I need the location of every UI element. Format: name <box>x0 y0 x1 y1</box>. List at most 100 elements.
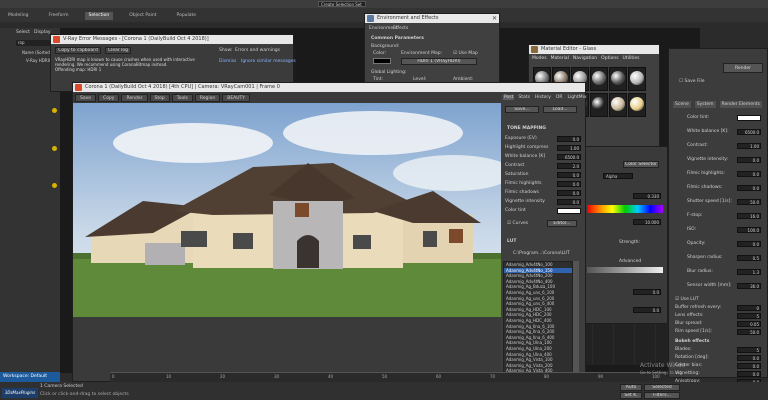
common-parameters-header[interactable]: Common Parameters <box>371 36 424 41</box>
tab-scene[interactable]: Scene <box>673 101 691 108</box>
tab-dr[interactable]: DR <box>555 95 564 100</box>
close-icon[interactable]: ✕ <box>492 14 497 23</box>
curves-checkbox[interactable]: ☑ Curves <box>507 221 528 226</box>
copy-to-clipboard-button[interactable]: Copy to clipboard <box>55 47 101 54</box>
rendered-image[interactable] <box>73 103 501 317</box>
vfb-copy-button[interactable]: Copy <box>98 94 120 102</box>
clear-log-button[interactable]: Clear log <box>105 47 131 54</box>
param-value-field[interactable]: 5 <box>737 347 761 353</box>
bokeh-effects-header[interactable]: Bokeh effects <box>675 339 709 344</box>
tab-post[interactable]: Post <box>503 95 515 100</box>
param-value-field[interactable]: 0.0 <box>737 157 761 163</box>
environment-map-button[interactable]: HDRI 1 (VRayHDRI) <box>401 58 477 65</box>
vfb-region-button[interactable]: Region <box>194 94 221 102</box>
selected-dropdown[interactable]: Selected <box>644 384 680 391</box>
tone-mapping-header[interactable]: TONE MAPPING <box>507 126 546 131</box>
workspace-selector[interactable]: Workspace: Default <box>0 372 60 382</box>
timeline-tick-label: 0 <box>112 374 115 379</box>
tone-mapping-field[interactable]: 1.00 <box>557 145 581 151</box>
material-menu-modes[interactable]: Modes <box>532 56 547 61</box>
tab-select[interactable]: Select <box>16 30 30 35</box>
save-file-checkbox[interactable]: ☐ Save File <box>679 79 704 84</box>
param-value-field[interactable]: 0.0 <box>737 371 761 377</box>
param-value-field[interactable]: 0 <box>737 305 761 311</box>
param-value-field[interactable]: 50.0 <box>737 199 761 205</box>
tone-mapping-field[interactable] <box>557 208 581 214</box>
param-value-field[interactable]: 5 <box>737 313 761 319</box>
tone-mapping-field[interactable]: 0.0 <box>557 199 581 205</box>
material-menu-material[interactable]: Material <box>551 56 569 61</box>
param-value-field[interactable]: 0.5 <box>737 255 761 261</box>
ribbon-tab-populate[interactable]: Populate <box>173 12 201 20</box>
timeline-tick-label: 20 <box>220 374 226 379</box>
param-value-field[interactable]: 6500.0 <box>737 129 761 135</box>
ignore-similar-link[interactable]: Ignore similar messages <box>241 59 296 64</box>
vfb-stop-button[interactable]: Stop <box>149 94 170 102</box>
alpha-field[interactable]: Alpha <box>603 173 633 179</box>
render-button[interactable]: Render <box>723 63 763 73</box>
color-selector-button[interactable]: Color Selector <box>623 161 659 168</box>
param-value-field[interactable]: 100.0 <box>737 227 761 233</box>
dismiss-link[interactable]: Dismiss <box>219 59 236 64</box>
material-menu-options[interactable]: Options <box>601 56 618 61</box>
param-value-field[interactable]: 1.00 <box>737 143 761 149</box>
param-value-field[interactable]: 0.05 <box>737 321 761 327</box>
tab-display[interactable]: Display <box>34 30 51 35</box>
vfb-beauty-button[interactable]: BEAUTY <box>222 94 251 102</box>
tab-render-elements[interactable]: Render Elements <box>719 101 762 108</box>
tone-mapping-field[interactable]: 0.0 <box>557 136 581 142</box>
top-search-box[interactable]: Create Selection Set <box>318 1 366 7</box>
lut-list[interactable]: Adanmig_Adv4tNo_100 Adanmig_Adv4tNo_150 Ad… <box>503 261 573 379</box>
param-value-field[interactable]: 0.0 <box>737 355 761 361</box>
tone-mapping-field[interactable]: 0.0 <box>557 190 581 196</box>
lut-scrollbar[interactable] <box>573 261 579 379</box>
tab-effects[interactable]: Effects <box>393 26 408 31</box>
use-map-checkbox[interactable]: ☑ Use Map <box>453 51 478 56</box>
tone-mapping-field[interactable]: 0.0 <box>557 172 581 178</box>
ribbon-tab-selection[interactable]: Selection <box>84 12 114 20</box>
param-value-field[interactable]: 0.0 <box>737 241 761 247</box>
param-value-field[interactable] <box>737 115 761 121</box>
param-value-field[interactable]: 1.3 <box>737 269 761 275</box>
tone-mapping-field[interactable]: 2.0 <box>557 163 581 169</box>
value-field-2[interactable]: 10.000 <box>633 219 661 225</box>
tone-mapping-field[interactable]: 0.0 <box>557 181 581 187</box>
lut-header[interactable]: LUT <box>507 239 516 244</box>
tab-stats[interactable]: Stats <box>517 95 531 100</box>
value-field-1[interactable]: 0.330 <box>633 193 661 199</box>
color-gradient-bar[interactable] <box>587 205 663 213</box>
tab-system[interactable]: System <box>694 101 716 108</box>
param-value-field[interactable]: 50.0 <box>737 329 761 335</box>
scene-tree-root[interactable]: Name (Sorted) <box>22 50 51 55</box>
use-lut-checkbox[interactable]: ☑ Use LUT <box>675 297 699 302</box>
ribbon-tab-object-paint[interactable]: Object Paint <box>125 12 160 20</box>
value-field-3[interactable]: 0.0 <box>633 289 661 295</box>
material-menu-utilities[interactable]: Utilities <box>623 56 640 61</box>
load-preset-button[interactable]: Load... <box>543 106 577 113</box>
value-field-4[interactable]: 0.0 <box>633 307 661 313</box>
curves-editor-button[interactable]: Editor... <box>547 220 577 227</box>
set-key-button[interactable]: Set K. <box>620 392 642 399</box>
timeline[interactable]: 0 10 20 30 40 50 60 70 80 90 100 <box>110 372 666 382</box>
param-value-field[interactable]: 36.0 <box>737 283 761 289</box>
tab-history[interactable]: History <box>534 95 552 100</box>
ribbon-tab-freeform[interactable]: Freeform <box>44 12 72 20</box>
tone-mapping-field[interactable]: 6500.0 <box>557 154 581 160</box>
vfb-save-button[interactable]: Save <box>75 94 97 102</box>
vfb-tools-button[interactable]: Tools <box>171 94 193 102</box>
lut-path[interactable]: C:\Program...\Corona\LUT <box>513 251 570 256</box>
vfb-render-button[interactable]: Render <box>121 94 148 102</box>
key-filters-button[interactable]: Filters... <box>644 392 680 399</box>
tab-lightmix[interactable]: LightMix <box>567 95 588 100</box>
param-value-field[interactable]: 0.0 <box>737 171 761 177</box>
advanced-label[interactable]: Advanced <box>619 259 641 264</box>
background-color-swatch[interactable] <box>373 58 391 64</box>
param-value-field[interactable]: 16.0 <box>737 213 761 219</box>
param-value-field[interactable]: 0.0 <box>737 363 761 369</box>
save-preset-button[interactable]: Save... <box>505 106 539 113</box>
material-menu-navigation[interactable]: Navigation <box>573 56 597 61</box>
param-value-field[interactable]: 0.0 <box>737 185 761 191</box>
auto-key-button[interactable]: Auto <box>620 384 642 391</box>
ribbon-tab-modeling[interactable]: Modeling <box>4 12 32 20</box>
show-filter-select[interactable]: Errors and warnings <box>235 48 280 53</box>
